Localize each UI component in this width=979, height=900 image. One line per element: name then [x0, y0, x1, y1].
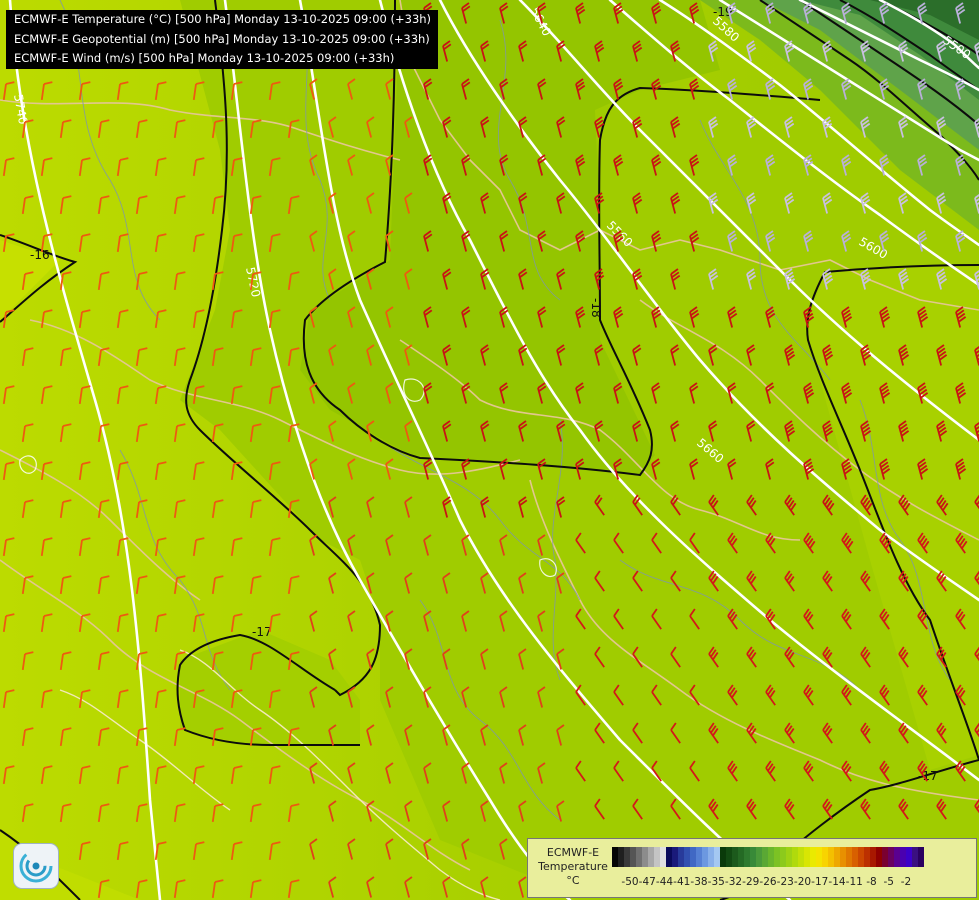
legend-tick-label: -38 — [690, 876, 708, 888]
legend-tick-label: -29 — [742, 876, 760, 888]
legend-model: ECMWF-E — [546, 846, 600, 859]
legend-tick-label: -32 — [724, 876, 743, 888]
info-line-geopotential: ECMWF-E Geopotential (m) [500 hPa] Monda… — [14, 31, 430, 46]
legend-unit: °C — [566, 874, 580, 887]
legend-tick-label: -8 — [866, 876, 877, 888]
legend-tick-labels: -50 -47 -44 -41 -38 -35 -32 -29 -26 -23 -20 -17 -14-… — [612, 876, 974, 890]
map-info-box: ECMWF-E Temperature (°C) [500 hPa] Monda… — [6, 10, 439, 69]
legend-variable: Temperature — [538, 860, 608, 873]
legend-tick-label: -50 — [621, 876, 639, 888]
legend-color-bar — [612, 847, 924, 867]
info-line-wind: ECMWF-E Wind (m/s) [500 hPa] Monday 13-1… — [14, 51, 395, 65]
legend-swatch — [918, 847, 924, 867]
temperature-label: -16 — [30, 248, 50, 262]
legend-tick-label: -2 — [900, 876, 912, 888]
legend-tick-label: -44 — [655, 876, 674, 888]
info-line-temperature: ECMWF-E Temperature (°C) [500 hPa] Monda… — [14, 12, 432, 26]
legend-tick-label: -35 — [707, 876, 725, 888]
legend-tick-label: -20 — [793, 876, 812, 888]
legend-tick-label: -11 — [845, 876, 863, 888]
temperature-legend: ECMWF-E Temperature °C -50 -47 -44 -41 -38 -3… — [527, 838, 977, 898]
temperature-label: -17 — [252, 625, 272, 639]
legend-tick-label: -41 — [673, 876, 691, 888]
legend-tick-label: -26 — [759, 876, 777, 888]
legend-tick-label: -17 — [811, 876, 829, 888]
legend-tick-label: -47 — [638, 876, 656, 888]
legend-tick-label: -23 — [776, 876, 794, 888]
temperature-label: -18 — [589, 298, 603, 318]
map-canvas: 5720 5740 5640 5580 5560 5500 5600 5660 … — [0, 0, 979, 900]
legend-title: ECMWF-E Temperature °C — [534, 846, 612, 888]
legend-tick-label: -14 — [828, 876, 846, 888]
logo-icon — [13, 843, 59, 889]
legend-tick-label: -5 — [883, 876, 894, 888]
weather-map: 5720 5740 5640 5580 5560 5500 5600 5660 … — [0, 0, 979, 900]
